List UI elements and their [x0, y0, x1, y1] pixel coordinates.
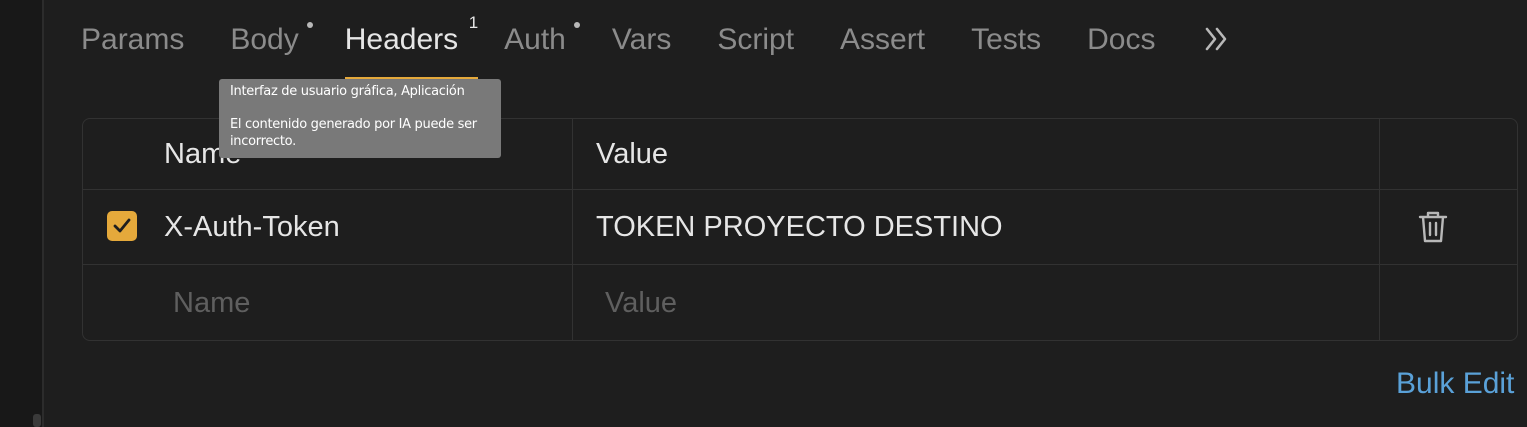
tooltip-line-1: Interfaz de usuario gráfica, Aplicación: [230, 84, 465, 99]
bulk-edit-link[interactable]: Bulk Edit: [1396, 362, 1514, 406]
table-row: X-Auth-Token TOKEN PROYECTO DESTINO: [83, 189, 1517, 265]
tab-label: Tests: [971, 23, 1042, 56]
tooltip-line-2: El contenido generado por IA puede ser i…: [230, 117, 477, 149]
alt-text-tooltip: Interfaz de usuario gráfica, Aplicación …: [219, 79, 501, 158]
tab-label: Vars: [611, 23, 672, 56]
tab-label: Body: [230, 23, 299, 56]
new-header-name-input[interactable]: [173, 283, 553, 323]
side-gutter: [0, 0, 44, 427]
tab-label: Docs: [1087, 23, 1156, 56]
tab-vars[interactable]: Vars: [612, 0, 671, 80]
tab-label: Params: [81, 23, 185, 56]
tab-tests[interactable]: Tests: [971, 0, 1041, 80]
new-header-value-input[interactable]: [605, 283, 1365, 323]
tab-headers[interactable]: Headers 1: [344, 0, 479, 80]
tab-assert[interactable]: Assert: [840, 0, 925, 80]
tab-script[interactable]: Script: [717, 0, 794, 80]
header-value-cell[interactable]: TOKEN PROYECTO DESTINO: [596, 190, 1003, 265]
more-tabs-chevron-icon[interactable]: [1201, 0, 1231, 80]
modified-dot-icon: [573, 22, 580, 28]
tab-params[interactable]: Params: [81, 0, 184, 80]
check-icon: [113, 218, 131, 233]
tab-label: Script: [717, 23, 795, 56]
column-header-value: Value: [596, 138, 669, 170]
tab-label: Auth: [504, 23, 566, 56]
tab-auth[interactable]: Auth: [504, 0, 580, 80]
delete-header-button[interactable]: [1417, 209, 1449, 245]
header-enabled-checkbox[interactable]: [107, 211, 137, 241]
tab-label: Headers: [344, 23, 459, 56]
modified-dot-icon: [306, 22, 313, 28]
request-tabs: Params Body Headers 1 Auth Vars Script A…: [81, 0, 1231, 82]
tab-count-badge: 1: [468, 13, 479, 32]
tab-docs[interactable]: Docs: [1087, 0, 1155, 80]
tab-label: Assert: [840, 23, 926, 56]
header-name-cell[interactable]: X-Auth-Token: [164, 190, 340, 265]
resize-handle[interactable]: [33, 414, 41, 427]
double-chevron-right-icon: [1206, 27, 1227, 51]
trash-icon: [1418, 211, 1448, 243]
request-headers-panel: Params Body Headers 1 Auth Vars Script A…: [0, 0, 1527, 427]
tab-body[interactable]: Body: [230, 0, 313, 80]
new-header-row: [83, 264, 1517, 341]
